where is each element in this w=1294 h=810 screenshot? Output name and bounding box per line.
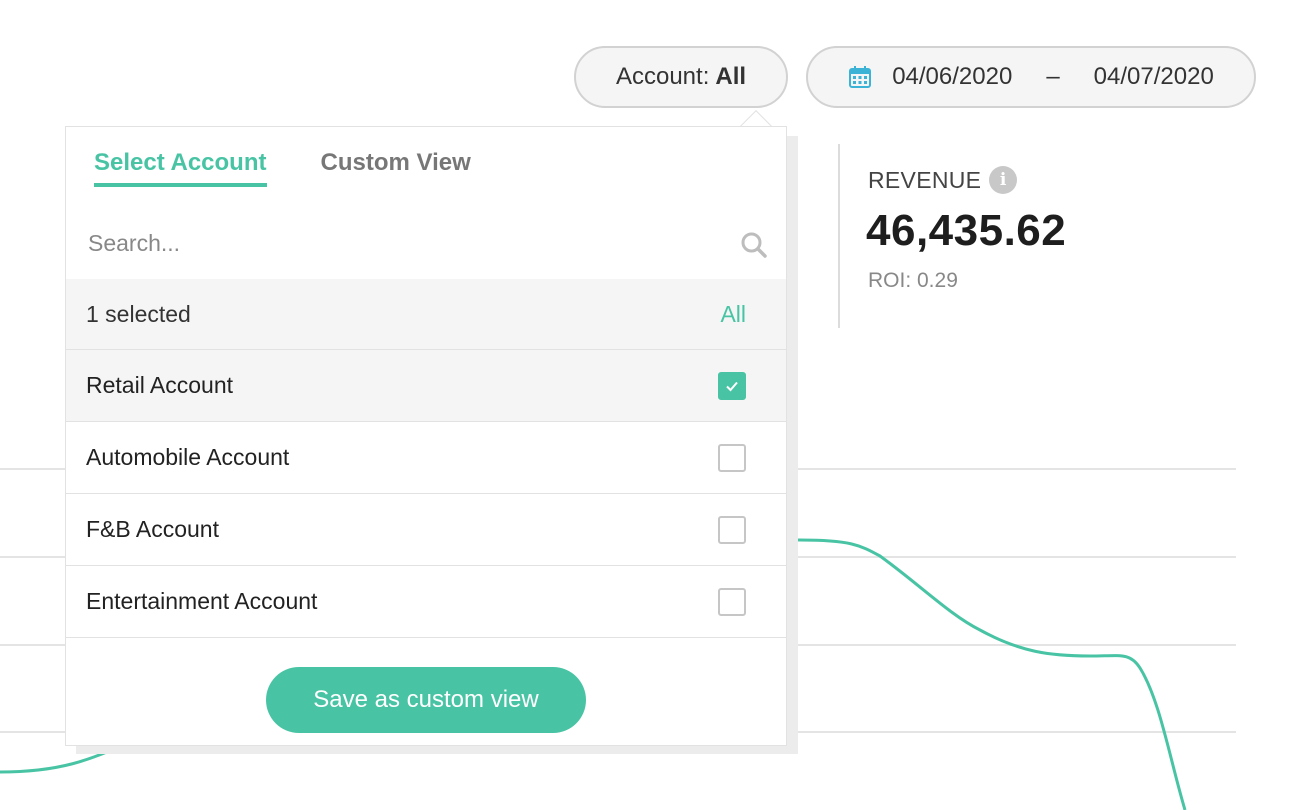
date-start: 04/06/2020: [892, 63, 1013, 90]
account-option-label: F&B Account: [86, 516, 219, 542]
roi-value: ROI: 0.29: [868, 269, 958, 292]
date-end: 04/07/2020: [1093, 63, 1214, 90]
dropdown-tabs: Select Account Custom View: [94, 149, 471, 187]
account-checkbox[interactable]: [718, 515, 746, 544]
account-filter-value: All: [715, 63, 747, 90]
tab-custom-view[interactable]: Custom View: [321, 149, 471, 187]
calendar-icon: [849, 66, 872, 88]
info-icon[interactable]: i: [989, 166, 1018, 194]
account-dropdown: Select Account Custom View 1 selected Al…: [65, 126, 787, 746]
search-input[interactable]: [88, 229, 708, 257]
checkmark-icon: [726, 381, 738, 391]
account-checkbox[interactable]: [718, 371, 746, 400]
account-option-label: Automobile Account: [86, 444, 290, 470]
revenue-label: REVENUE i: [868, 166, 1018, 194]
selected-count: 1 selected: [86, 300, 191, 327]
account-option-automobile[interactable]: Automobile Account: [66, 422, 786, 494]
revenue-value: 46,435.62: [866, 206, 1067, 255]
account-filter-button[interactable]: Account: All: [574, 46, 788, 108]
account-option-fnb[interactable]: F&B Account: [66, 494, 786, 566]
save-custom-view-button[interactable]: Save as custom view: [266, 667, 586, 733]
account-option-label: Entertainment Account: [86, 588, 318, 614]
account-search: [66, 207, 786, 279]
date-range-picker[interactable]: 04/06/2020 – 04/07/2020: [806, 46, 1256, 108]
metric-divider: [838, 144, 840, 328]
account-checkbox[interactable]: [718, 587, 746, 616]
account-option-label: Retail Account: [86, 372, 234, 398]
select-all-link[interactable]: All: [720, 301, 746, 328]
revenue-label-text: REVENUE: [868, 166, 982, 193]
account-option-retail[interactable]: Retail Account: [66, 350, 786, 422]
account-filter-label: Account:: [615, 63, 710, 90]
tab-select-account[interactable]: Select Account: [94, 149, 267, 187]
search-icon[interactable]: [740, 231, 768, 259]
account-option-entertainment[interactable]: Entertainment Account: [66, 566, 786, 638]
date-separator: –: [1046, 63, 1060, 90]
account-checkbox[interactable]: [718, 443, 746, 472]
selection-summary: 1 selected All: [66, 279, 786, 350]
